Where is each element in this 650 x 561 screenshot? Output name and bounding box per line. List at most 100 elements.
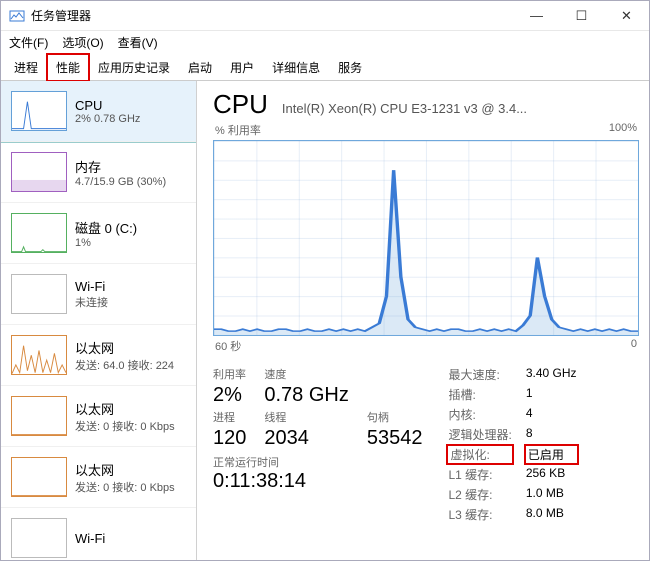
sidebar[interactable]: CPU 2% 0.78 GHz 内存 4.7/15.9 GB (30%) [1,81,197,560]
sidebar-item-eth2[interactable]: 以太网 发送: 0 接收: 0 Kbps [1,447,196,508]
cpu-model: Intel(R) Xeon(R) CPU E3-1231 v3 @ 3.4... [282,101,527,116]
tab-users[interactable]: 用户 [221,54,263,81]
ethernet-thumb-icon [11,396,67,436]
label-speed: 速度 [264,366,348,382]
value-cores: 4 [526,406,577,423]
tabs: 进程 性能 应用历史记录 启动 用户 详细信息 服务 [1,53,649,81]
window-controls: — ☐ ✕ [514,1,649,30]
value-logical-processors: 8 [526,426,577,443]
disk-thumb-icon [11,213,67,253]
sidebar-item-sub: 发送: 0 接收: 0 Kbps [75,479,175,495]
sidebar-item-memory[interactable]: 内存 4.7/15.9 GB (30%) [1,142,196,203]
sidebar-item-sub: 2% 0.78 GHz [75,113,140,125]
label-processes: 进程 [213,409,246,425]
ethernet-thumb-icon [11,335,67,375]
menu-options[interactable]: 选项(O) [62,34,103,51]
sidebar-item-title: 以太网 [75,399,175,418]
label-l1-cache: L1 缓存: [448,466,511,483]
label-threads: 线程 [264,409,348,425]
window-title: 任务管理器 [31,7,514,24]
wifi-thumb-icon [11,274,67,314]
sidebar-item-title: Wi-Fi [75,531,105,546]
close-button[interactable]: ✕ [604,1,649,30]
value-uptime: 0:11:38:14 [213,470,422,493]
tab-performance[interactable]: 性能 [47,54,89,81]
tab-services[interactable]: 服务 [329,54,371,81]
chart-bottom-labels: 60 秒 0 [213,338,639,360]
main-panel: CPU Intel(R) Xeon(R) CPU E3-1231 v3 @ 3.… [197,81,649,560]
sidebar-item-sub: 未连接 [75,294,108,310]
value-virtualization: 已启用 [526,446,577,463]
sidebar-item-title: CPU [75,98,140,113]
sidebar-item-text: 磁盘 0 (C:) 1% [75,213,137,253]
sidebar-item-sub: 4.7/15.9 GB (30%) [75,176,166,188]
sidebar-item-text: Wi-Fi [75,518,105,558]
sidebar-item-sub: 1% [75,237,137,249]
task-manager-window: 任务管理器 — ☐ ✕ 文件(F) 选项(O) 查看(V) 进程 性能 应用历史… [0,0,650,561]
titlebar[interactable]: 任务管理器 — ☐ ✕ [1,1,649,31]
label-cores: 内核: [448,406,511,423]
value-utilization: 2% [213,384,246,407]
memory-thumb-icon [11,152,67,192]
label-max-speed: 最大速度: [448,366,511,383]
sidebar-item-text: Wi-Fi 未连接 [75,274,108,314]
tab-processes[interactable]: 进程 [5,54,47,81]
menu-view[interactable]: 查看(V) [118,34,158,51]
tab-app-history[interactable]: 应用历史记录 [89,54,179,81]
value-l3-cache: 8.0 MB [526,506,577,523]
value-threads: 2034 [264,427,348,450]
sidebar-item-text: 以太网 发送: 0 接收: 0 Kbps [75,396,175,436]
cpu-header: CPU Intel(R) Xeon(R) CPU E3-1231 v3 @ 3.… [213,89,639,120]
label-virtualization: 虚拟化: [448,446,511,463]
cpu-stats-left: 利用率 速度 2% 0.78 GHz 进程 线程 句柄 120 2034 535… [213,366,422,450]
sidebar-item-text: 以太网 发送: 64.0 接收: 224 [75,335,174,375]
sidebar-item-title: Wi-Fi [75,279,108,294]
maximize-button[interactable]: ☐ [559,1,604,30]
sidebar-item-title: 以太网 [75,460,175,479]
menu-file[interactable]: 文件(F) [9,34,48,51]
app-icon [9,8,25,24]
sidebar-item-wifi[interactable]: Wi-Fi 未连接 [1,264,196,325]
sidebar-item-sub: 发送: 0 接收: 0 Kbps [75,418,175,434]
chart-bottom-right: 0 [631,338,637,354]
ethernet-thumb-icon [11,457,67,497]
cpu-utilization-chart[interactable] [213,140,639,336]
value-l1-cache: 256 KB [526,466,577,483]
cpu-stats-right: 最大速度: 3.40 GHz 插槽: 1 内核: 4 逻辑处理器: 8 虚拟化:… [448,366,576,523]
label-l3-cache: L3 缓存: [448,506,511,523]
sidebar-item-cpu[interactable]: CPU 2% 0.78 GHz [1,81,196,142]
label-logical-processors: 逻辑处理器: [448,426,511,443]
sidebar-item-eth1[interactable]: 以太网 发送: 0 接收: 0 Kbps [1,386,196,447]
tab-details[interactable]: 详细信息 [263,54,329,81]
content: CPU 2% 0.78 GHz 内存 4.7/15.9 GB (30%) [1,81,649,560]
cpu-thumb-icon [11,91,67,131]
chart-top-left: % 利用率 [215,122,261,138]
cpu-stats: 利用率 速度 2% 0.78 GHz 进程 线程 句柄 120 2034 535… [213,366,639,523]
sidebar-item-title: 磁盘 0 (C:) [75,218,137,237]
value-max-speed: 3.40 GHz [526,366,577,383]
label-handles: 句柄 [367,409,423,425]
sidebar-item-eth0[interactable]: 以太网 发送: 64.0 接收: 224 [1,325,196,386]
value-l2-cache: 1.0 MB [526,486,577,503]
tab-startup[interactable]: 启动 [179,54,221,81]
label-l2-cache: L2 缓存: [448,486,511,503]
sidebar-item-title: 以太网 [75,338,174,357]
chart-top-right: 100% [609,122,637,138]
label-sockets: 插槽: [448,386,511,403]
chart-top-labels: % 利用率 100% [213,122,639,138]
sidebar-item-sub: 发送: 64.0 接收: 224 [75,357,174,373]
wifi-thumb-icon [11,518,67,558]
label-uptime: 正常运行时间 [213,454,422,470]
sidebar-item-text: CPU 2% 0.78 GHz [75,91,140,131]
sidebar-item-text: 以太网 发送: 0 接收: 0 Kbps [75,457,175,497]
value-speed: 0.78 GHz [264,384,348,407]
value-sockets: 1 [526,386,577,403]
sidebar-item-disk[interactable]: 磁盘 0 (C:) 1% [1,203,196,264]
menubar: 文件(F) 选项(O) 查看(V) [1,31,649,53]
sidebar-item-title: 内存 [75,157,166,176]
minimize-button[interactable]: — [514,1,559,30]
sidebar-item-wifi2[interactable]: Wi-Fi [1,508,196,560]
cpu-heading: CPU [213,89,268,120]
value-handles: 53542 [367,427,423,450]
chart-bottom-left: 60 秒 [215,338,241,354]
